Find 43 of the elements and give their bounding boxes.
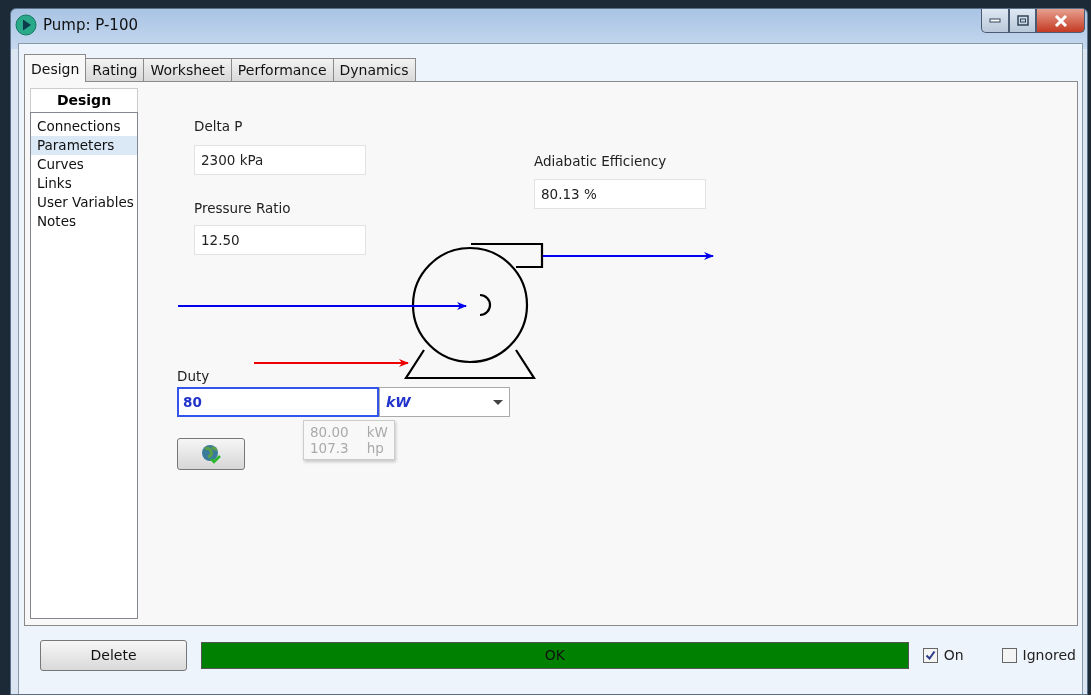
tab[interactable]: Design [24,54,87,82]
unit-dropdown[interactable]: kW [379,387,510,417]
tab[interactable]: Performance [230,58,334,82]
play-logo-icon [15,14,37,36]
sidebar-item[interactable]: Links [31,174,137,193]
input-field[interactable]: 80.13 % [534,179,706,209]
caret-icon [493,399,503,405]
globe-check-icon [200,443,222,465]
checkbox[interactable] [1001,647,1017,663]
input-field[interactable]: 2300 kPa [194,145,366,175]
tab[interactable]: Worksheet [143,58,232,82]
on-checkbox[interactable]: On [922,647,964,663]
ignored-checkbox[interactable]: Ignored [1001,647,1076,663]
sidebar-item[interactable]: User Variables [31,193,137,212]
tab[interactable]: Dynamics [332,58,416,82]
field-label: Pressure Ratio [194,200,291,216]
input-field[interactable]: 80 [177,387,379,417]
close-icon [1053,14,1068,27]
field-label: Delta P [194,118,243,134]
sidebar-item[interactable]: Notes [31,212,137,231]
status-bar: OK [201,641,909,669]
tab[interactable]: Rating [85,58,145,82]
globe-button[interactable] [177,438,245,470]
maximize-icon [1016,15,1029,26]
field-label: Adiabatic Efficiency [534,153,667,169]
window-title: Pump: P-100 [43,16,139,34]
checkbox[interactable] [922,647,938,663]
tooltip-value: 80.00 [310,424,349,440]
tooltip-value: 107.3 [310,440,349,456]
sidebar-item[interactable]: Connections [31,117,137,136]
minimize-icon [989,17,1001,24]
tooltip-unit: hp [366,440,385,456]
sidebar-title: Design [30,88,138,112]
close-button[interactable] [1036,9,1085,33]
maximize-button[interactable] [1009,9,1036,33]
checkmark-icon [924,649,936,661]
tooltip-unit: kW [366,424,388,440]
sidebar-item[interactable]: Parameters [31,136,137,155]
minimize-button[interactable] [981,9,1009,33]
field-label: Duty [177,368,210,384]
delete-button[interactable]: Delete [40,639,187,671]
sidebar-item[interactable]: Curves [31,155,137,174]
input-field[interactable]: 12.50 [194,225,366,255]
